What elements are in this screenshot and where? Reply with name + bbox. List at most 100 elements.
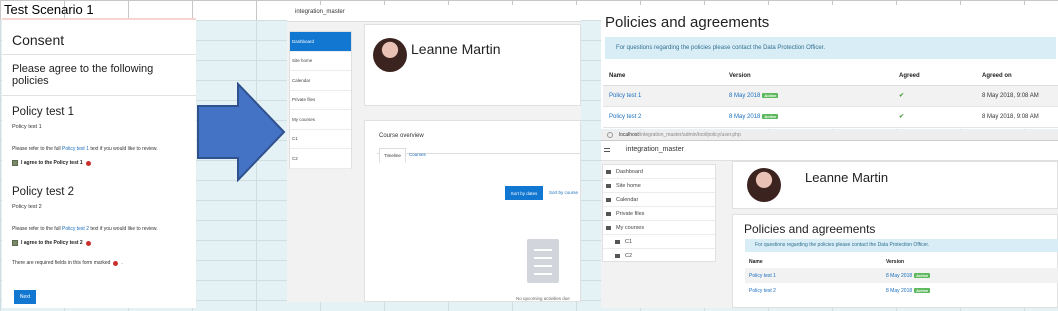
- tab-courses[interactable]: Courses: [409, 152, 426, 157]
- nav-label: C2: [625, 253, 633, 259]
- table-row: Policy test 2 8 May 2018 Active ✔ 8 May 2…: [603, 106, 1058, 128]
- policies-panel: Policies and agreements For questions re…: [601, 5, 1058, 129]
- consent-panel: Consent Please agree to the following po…: [2, 18, 196, 308]
- scenario-caption: Test Scenario 1: [4, 2, 94, 17]
- site-name[interactable]: integration_master: [295, 9, 345, 15]
- check-icon: ✔: [899, 93, 905, 99]
- review-suffix: text if you would like to review.: [90, 226, 158, 232]
- sort-by-dates-button[interactable]: Sort by dates: [505, 186, 543, 200]
- graduation-cap-icon: [606, 225, 611, 230]
- review-suffix: text if you would like to review.: [90, 146, 158, 152]
- url-host: localhost: [619, 132, 639, 138]
- table-row: Policy test 1 8 May 2018 Active: [745, 268, 1058, 283]
- no-activities-text: No upcoming activities due: [516, 296, 570, 301]
- required-note: There are required fields in this form m…: [2, 248, 196, 268]
- user-name: Leanne Martin: [411, 41, 501, 57]
- status-badge: Active: [914, 272, 931, 278]
- nav-item-c2[interactable]: C2: [290, 149, 351, 169]
- tab-timeline[interactable]: Timeline: [379, 148, 406, 163]
- hamburger-menu-icon[interactable]: [604, 148, 610, 152]
- nav-item-dashboard[interactable]: Dashboard: [603, 165, 715, 179]
- tab-divider: [377, 153, 581, 154]
- calendar-icon: [606, 197, 611, 202]
- version-link[interactable]: 8 May 2018: [729, 93, 760, 99]
- version-link[interactable]: 8 May 2018: [729, 114, 760, 120]
- avatar: [373, 38, 407, 72]
- column-header: Version: [886, 258, 905, 265]
- nav-item-site-home[interactable]: Site home: [290, 52, 351, 71]
- policy-link[interactable]: Policy test 2: [62, 226, 89, 232]
- nav-drawer: Dashboard Site home Calendar Private fil…: [289, 31, 352, 169]
- agreed-on: 8 May 2018, 9:08 AM: [976, 85, 1058, 107]
- agree-label: I agree to the Policy test 2: [21, 240, 83, 246]
- sort-by-course-button[interactable]: Sort by course: [549, 190, 578, 195]
- nav-label: Site home: [616, 182, 641, 189]
- file-icon: [606, 211, 611, 216]
- agree-checkbox[interactable]: [12, 240, 18, 246]
- nav-label: Dashboard: [616, 168, 643, 175]
- policy-review-text: Please refer to the full Policy test 1 t…: [2, 134, 196, 154]
- status-badge: Active: [914, 287, 931, 293]
- policies-block: Policies and agreements For questions re…: [732, 214, 1058, 308]
- graduation-cap-icon: [615, 239, 620, 244]
- nav-item-c1[interactable]: C1: [290, 130, 351, 149]
- column-header: Version: [723, 67, 893, 86]
- version-link[interactable]: 8 May 2018: [886, 273, 912, 279]
- nav-item-dashboard[interactable]: Dashboard: [290, 32, 351, 52]
- table-header-row: Name Version: [745, 255, 1058, 268]
- dashboard-panel: integration_master Dashboard Site home C…: [287, 5, 581, 302]
- policy-link[interactable]: Policy test 1: [749, 273, 776, 279]
- info-icon: [607, 132, 613, 138]
- nav-item-c2[interactable]: C2: [603, 249, 715, 263]
- policy-link[interactable]: Policy test 1: [62, 146, 89, 152]
- policy-title: Policy test 1: [12, 106, 74, 118]
- navbar: integration_master: [601, 141, 1058, 161]
- required-note-text: There are required fields in this form m…: [12, 260, 111, 266]
- column-header: Name: [603, 67, 723, 86]
- agree-checkbox[interactable]: [12, 160, 18, 166]
- consent-title: Consent: [12, 32, 65, 48]
- nav-item-private-files[interactable]: Private files: [603, 207, 715, 221]
- profile-header: Leanne Martin: [364, 24, 581, 106]
- policy-summary: Policy test 2: [12, 204, 42, 210]
- policy-link[interactable]: Policy test 2: [749, 288, 776, 294]
- next-button[interactable]: Next: [14, 290, 36, 304]
- policy-link[interactable]: Policy test 1: [609, 93, 641, 99]
- course-overview-block: Course overview Timeline Courses Sort by…: [364, 120, 581, 302]
- info-alert: For questions regarding the policies ple…: [605, 37, 1056, 59]
- navbar: integration_master: [287, 5, 581, 22]
- table-header-row: Name Version Agreed Agreed on: [603, 67, 1058, 86]
- policy-review-text: Please refer to the full Policy test 2 t…: [2, 214, 196, 234]
- nav-label: Private files: [616, 210, 645, 217]
- policy-link[interactable]: Policy test 2: [609, 114, 641, 120]
- table-row: Policy test 2 8 May 2018 Active: [745, 283, 1058, 298]
- nav-label: My courses: [616, 224, 645, 231]
- review-prefix: Please refer to the full: [12, 226, 61, 232]
- page-title: Policies and agreements: [605, 14, 770, 31]
- policy-summary: Policy test 1: [12, 124, 42, 130]
- nav-item-c1[interactable]: C1: [603, 235, 715, 249]
- site-name[interactable]: integration_master: [626, 146, 684, 153]
- column-header: Name: [749, 258, 763, 265]
- page-title: Policies and agreements: [744, 222, 876, 236]
- column-header: Agreed on: [976, 67, 1058, 86]
- required-note-end: .: [121, 260, 123, 266]
- nav-item-calendar[interactable]: Calendar: [290, 71, 351, 91]
- address-bar[interactable]: localhost/integration_master/admin/tool/…: [601, 130, 1058, 141]
- status-badge: Active: [762, 92, 779, 98]
- nav-item-private-files[interactable]: Private files: [290, 91, 351, 110]
- consent-subtitle: Please agree to the following policies: [12, 63, 154, 87]
- check-icon: ✔: [899, 114, 905, 120]
- avatar: [747, 168, 781, 202]
- dashboard-icon: [606, 169, 611, 174]
- nav-item-my-courses[interactable]: My courses: [290, 110, 351, 130]
- agree-row: I agree to the Policy test 1: [2, 154, 196, 168]
- required-icon: [85, 160, 91, 166]
- flow-arrow-icon: [197, 82, 286, 182]
- review-prefix: Please refer to the full: [12, 146, 61, 152]
- nav-item-my-courses[interactable]: My courses: [603, 221, 715, 235]
- required-icon: [85, 240, 91, 246]
- nav-item-site-home[interactable]: Site home: [603, 179, 715, 193]
- nav-item-calendar[interactable]: Calendar: [603, 193, 715, 207]
- version-link[interactable]: 8 May 2018: [886, 288, 912, 294]
